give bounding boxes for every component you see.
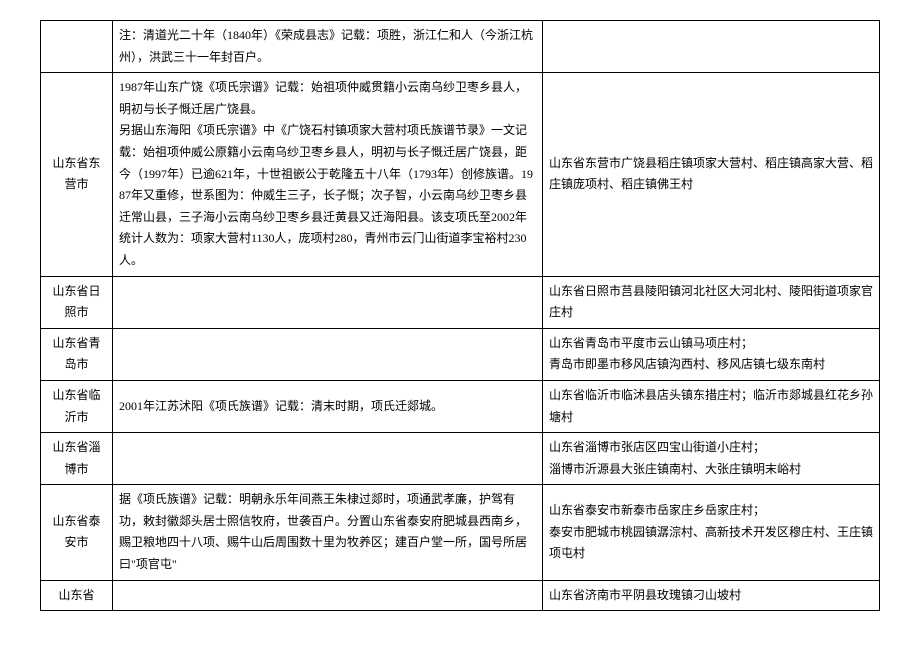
cell-villages: 山东省淄博市张店区四宝山街道小庄村；淄博市沂源县大张庄镇南村、大张庄镇明末峪村 bbox=[543, 433, 880, 485]
table-row: 山东省日照市 山东省日照市莒县陵阳镇河北社区大河北村、陵阳街道项家官庄村 bbox=[41, 276, 880, 328]
cell-region: 山东省泰安市 bbox=[41, 485, 113, 580]
cell-history bbox=[113, 276, 543, 328]
cell-villages: 山东省济南市平阴县玫瑰镇刁山坡村 bbox=[543, 580, 880, 611]
cell-villages bbox=[543, 21, 880, 73]
table-body: 注：清道光二十年（1840年）《荣成县志》记载：项胜，浙江仁和人（今浙江杭州），… bbox=[41, 21, 880, 611]
cell-region: 山东省青岛市 bbox=[41, 328, 113, 380]
cell-region: 山东省淄博市 bbox=[41, 433, 113, 485]
cell-region: 山东省日照市 bbox=[41, 276, 113, 328]
cell-villages: 山东省日照市莒县陵阳镇河北社区大河北村、陵阳街道项家官庄村 bbox=[543, 276, 880, 328]
cell-villages: 山东省临沂市临沭县店头镇东措庄村；临沂市郯城县红花乡孙塘村 bbox=[543, 380, 880, 432]
table-row: 注：清道光二十年（1840年）《荣成县志》记载：项胜，浙江仁和人（今浙江杭州），… bbox=[41, 21, 880, 73]
cell-history: 据《项氏族谱》记载：明朝永乐年间燕王朱棣过郯时，项通武孝廉，护驾有功，敕封徽郯头… bbox=[113, 485, 543, 580]
genealogy-table: 注：清道光二十年（1840年）《荣成县志》记载：项胜，浙江仁和人（今浙江杭州），… bbox=[40, 20, 880, 611]
cell-history: 2001年江苏沭阳《项氏族谱》记载：清末时期，项氏迁郯城。 bbox=[113, 380, 543, 432]
cell-region: 山东省临沂市 bbox=[41, 380, 113, 432]
cell-villages: 山东省泰安市新泰市岳家庄乡岳家庄村；泰安市肥城市桃园镇潺淙村、高新技术开发区穆庄… bbox=[543, 485, 880, 580]
table-row: 山东省 山东省济南市平阴县玫瑰镇刁山坡村 bbox=[41, 580, 880, 611]
cell-villages: 山东省青岛市平度市云山镇马项庄村；青岛市即墨市移风店镇沟西村、移风店镇七级东南村 bbox=[543, 328, 880, 380]
cell-region bbox=[41, 21, 113, 73]
cell-region: 山东省东营市 bbox=[41, 73, 113, 276]
table-row: 山东省泰安市 据《项氏族谱》记载：明朝永乐年间燕王朱棣过郯时，项通武孝廉，护驾有… bbox=[41, 485, 880, 580]
cell-history bbox=[113, 433, 543, 485]
table-row: 山东省东营市 1987年山东广饶《项氏宗谱》记载：始祖项仲威贯籍小云南乌纱卫枣乡… bbox=[41, 73, 880, 276]
cell-villages: 山东省东营市广饶县稻庄镇项家大营村、稻庄镇高家大营、稻庄镇庞项村、稻庄镇佛王村 bbox=[543, 73, 880, 276]
table-row: 山东省淄博市 山东省淄博市张店区四宝山街道小庄村；淄博市沂源县大张庄镇南村、大张… bbox=[41, 433, 880, 485]
cell-history: 注：清道光二十年（1840年）《荣成县志》记载：项胜，浙江仁和人（今浙江杭州），… bbox=[113, 21, 543, 73]
cell-history bbox=[113, 328, 543, 380]
table-row: 山东省青岛市 山东省青岛市平度市云山镇马项庄村；青岛市即墨市移风店镇沟西村、移风… bbox=[41, 328, 880, 380]
cell-history: 1987年山东广饶《项氏宗谱》记载：始祖项仲威贯籍小云南乌纱卫枣乡县人，明初与长… bbox=[113, 73, 543, 276]
cell-history bbox=[113, 580, 543, 611]
table-row: 山东省临沂市 2001年江苏沭阳《项氏族谱》记载：清末时期，项氏迁郯城。 山东省… bbox=[41, 380, 880, 432]
cell-region: 山东省 bbox=[41, 580, 113, 611]
